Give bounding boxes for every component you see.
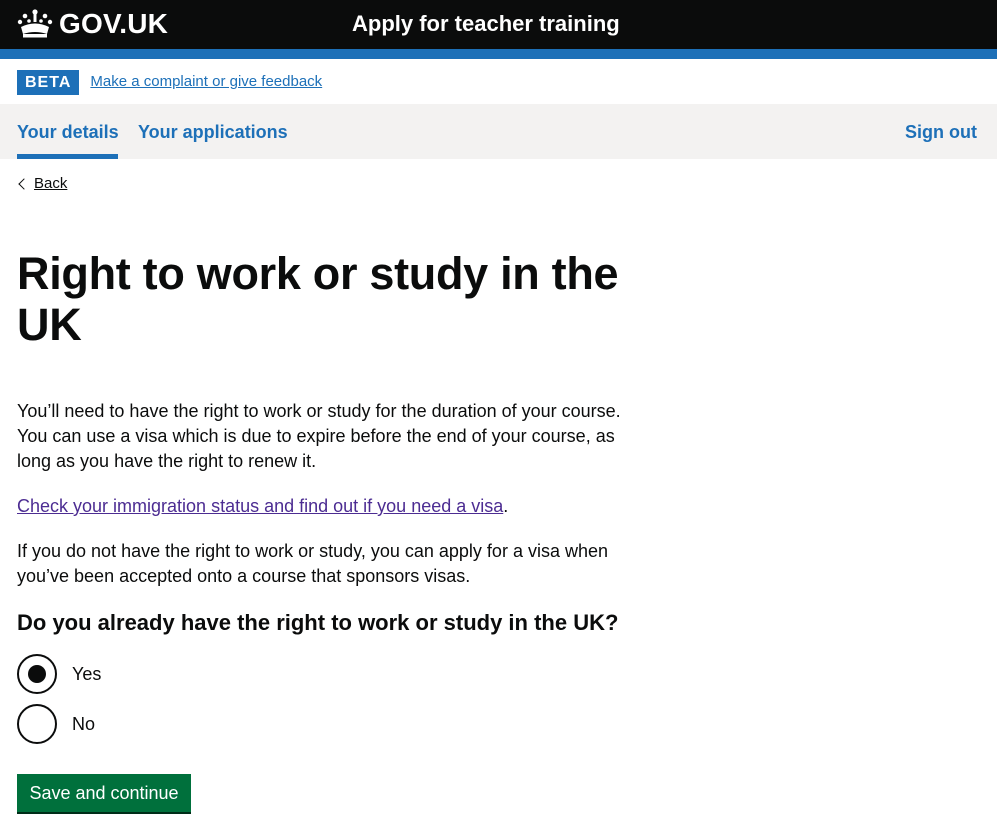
back-link[interactable]: Back bbox=[34, 174, 67, 194]
back-link-container[interactable]: Back bbox=[17, 174, 67, 194]
radio-label-yes[interactable]: Yes bbox=[72, 662, 101, 686]
active-nav-indicator bbox=[17, 154, 118, 159]
header-blue-bar bbox=[0, 49, 997, 59]
govuk-logo-link[interactable]: GOV.UK bbox=[17, 8, 168, 40]
immigration-status-link[interactable]: Check your immigration status and find o… bbox=[17, 496, 503, 516]
radio-option-yes[interactable]: Yes bbox=[17, 654, 101, 694]
sign-out-link[interactable]: Sign out bbox=[905, 121, 977, 143]
logo-text: GOV.UK bbox=[59, 8, 169, 39]
link-suffix: . bbox=[503, 496, 509, 516]
intro-paragraph: You’ll need to have the right to work or… bbox=[17, 401, 621, 471]
phase-banner: BETA Make a complaint or give feedback bbox=[17, 69, 322, 95]
page-title: Right to work or study in the UK bbox=[17, 248, 619, 350]
service-name[interactable]: Apply for teacher training bbox=[352, 10, 620, 38]
visa-paragraph: If you do not have the right to work or … bbox=[17, 541, 608, 586]
phase-tag: BETA bbox=[17, 69, 80, 95]
save-and-continue-button[interactable]: Save and continue bbox=[17, 774, 191, 812]
nav-item-your-applications[interactable]: Your applications bbox=[138, 121, 288, 143]
crown-icon bbox=[17, 9, 53, 39]
radio-button-no[interactable] bbox=[17, 704, 57, 744]
chevron-left-icon bbox=[18, 178, 30, 190]
nav-item-your-details[interactable]: Your details bbox=[17, 121, 119, 143]
radio-option-no[interactable]: No bbox=[17, 704, 95, 744]
immigration-paragraph: Check your immigration status and find o… bbox=[17, 494, 642, 519]
radio-selected-dot bbox=[28, 665, 46, 683]
primary-navigation: Your details Your applications Sign out bbox=[0, 104, 997, 159]
radio-label-no[interactable]: No bbox=[72, 712, 95, 736]
site-header: GOV.UK Apply for teacher training bbox=[0, 0, 997, 49]
feedback-link[interactable]: Make a complaint or give feedback bbox=[90, 72, 322, 92]
question-legend: Do you already have the right to work or… bbox=[17, 610, 619, 635]
radio-button-yes[interactable] bbox=[17, 654, 57, 694]
